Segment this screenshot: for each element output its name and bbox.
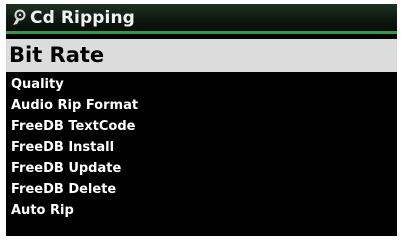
disc-player-icon	[13, 9, 26, 25]
title-bar: Cd Ripping	[6, 4, 397, 34]
page-title: Cd Ripping	[30, 8, 135, 28]
menu-item-freedb-delete[interactable]: FreeDB Delete	[6, 179, 397, 200]
menu-item-auto-rip[interactable]: Auto Rip	[6, 200, 397, 221]
menu-item-freedb-textcode[interactable]: FreeDB TextCode	[6, 116, 397, 137]
menu-item-bit-rate[interactable]: Bit Rate	[6, 39, 397, 72]
menu-screen: Cd Ripping Bit Rate Quality Audio Rip Fo…	[6, 4, 397, 236]
menu-item-quality[interactable]: Quality	[6, 74, 397, 95]
menu-item-freedb-update[interactable]: FreeDB Update	[6, 158, 397, 179]
settings-menu: Bit Rate Quality Audio Rip Format FreeDB…	[6, 39, 397, 221]
menu-item-freedb-install[interactable]: FreeDB Install	[6, 137, 397, 158]
menu-item-audio-rip-format[interactable]: Audio Rip Format	[6, 95, 397, 116]
